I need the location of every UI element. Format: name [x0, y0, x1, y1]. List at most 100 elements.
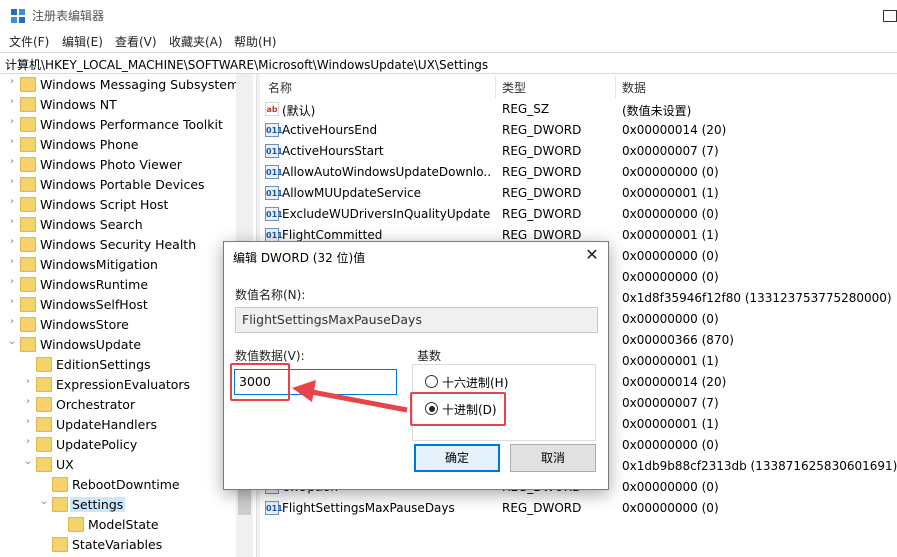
- tree-item-label[interactable]: Windows Portable Devices: [40, 177, 205, 192]
- close-icon[interactable]: ✕: [582, 245, 602, 265]
- tree-item-label[interactable]: Orchestrator: [56, 397, 135, 412]
- expand-icon[interactable]: ›: [6, 176, 18, 187]
- base-label: 基数: [417, 349, 442, 363]
- tree-item-label[interactable]: WindowsRuntime: [40, 277, 148, 292]
- hex-radio[interactable]: [425, 375, 438, 388]
- tree-item-label[interactable]: RebootDowntime: [72, 477, 180, 492]
- menu-file[interactable]: 文件(F): [9, 33, 49, 50]
- expand-icon[interactable]: ›: [6, 136, 18, 147]
- tree-item-label[interactable]: StateVariables: [72, 537, 162, 552]
- value-name: AllowMUUpdateService: [282, 186, 421, 200]
- folder-icon: [20, 117, 36, 132]
- value-name: FlightCommitted: [282, 228, 383, 242]
- tree-item-label[interactable]: UpdateHandlers: [56, 417, 157, 432]
- menu-edit[interactable]: 编辑(E): [62, 33, 103, 50]
- value-row[interactable]: 011 AllowMUUpdateService REG_DWORD 0x000000…: [261, 183, 897, 204]
- tree-item-label[interactable]: Windows Messaging Subsystem: [40, 77, 239, 92]
- expand-icon[interactable]: ›: [22, 416, 34, 427]
- value-data: 0x00000000 (0): [622, 270, 719, 284]
- expand-icon[interactable]: ›: [6, 156, 18, 167]
- tree-item-label[interactable]: Windows Phone: [40, 137, 139, 152]
- column-data[interactable]: 数据: [622, 79, 646, 96]
- ok-button[interactable]: 确定: [414, 444, 500, 472]
- value-name: AllowAutoWindowsUpdateDownlo...: [282, 165, 492, 179]
- column-type[interactable]: 类型: [502, 79, 526, 96]
- tree-item-label[interactable]: ExpressionEvaluators: [56, 377, 190, 392]
- expand-icon[interactable]: ›: [6, 316, 18, 327]
- value-data: 0x1db9b88cf2313db (133871625830601691): [622, 459, 897, 473]
- tree-item-label[interactable]: UX: [56, 457, 74, 472]
- folder-icon: [20, 217, 36, 232]
- tree-item-label[interactable]: Windows Security Health: [40, 237, 196, 252]
- expand-icon[interactable]: ›: [6, 96, 18, 107]
- expand-icon[interactable]: ›: [22, 376, 34, 387]
- tree-item-label[interactable]: Windows Search: [40, 217, 143, 232]
- regedit-icon: [11, 9, 25, 23]
- string-value-icon: ab: [265, 102, 279, 116]
- tree-item-label[interactable]: UpdatePolicy: [56, 437, 137, 452]
- collapse-icon[interactable]: ⌄: [22, 456, 34, 467]
- value-type: REG_DWORD: [502, 207, 582, 221]
- expand-icon[interactable]: ›: [6, 116, 18, 127]
- folder-icon: [20, 277, 36, 292]
- value-data: 0x00000001 (1): [622, 417, 719, 431]
- tree-item-label[interactable]: WindowsUpdate: [40, 337, 141, 352]
- value-data: 0x00000000 (0): [622, 480, 719, 494]
- collapse-icon[interactable]: ⌄: [6, 336, 18, 347]
- folder-icon: [68, 517, 84, 532]
- tree-item-label[interactable]: Settings: [70, 497, 126, 512]
- folder-icon: [52, 537, 68, 552]
- expand-icon[interactable]: ›: [6, 216, 18, 227]
- column-name[interactable]: 名称: [268, 79, 292, 96]
- maximize-button[interactable]: [883, 10, 897, 22]
- value-data: 0x00000001 (1): [622, 186, 719, 200]
- address-path[interactable]: 计算机\HKEY_LOCAL_MACHINE\SOFTWARE\Microsof…: [5, 56, 488, 73]
- expand-icon[interactable]: ›: [22, 436, 34, 447]
- expand-icon[interactable]: ›: [6, 76, 18, 87]
- value-row[interactable]: 011 AllowAutoWindowsUpdateDownlo... REG_DW…: [261, 162, 897, 183]
- tree-item-label[interactable]: ModelState: [88, 517, 159, 532]
- highlight-box-decimal-option: [410, 392, 506, 426]
- column-separator[interactable]: [615, 76, 616, 98]
- tree-item-label[interactable]: Windows NT: [40, 97, 117, 112]
- tree-item-label[interactable]: Windows Photo Viewer: [40, 157, 182, 172]
- value-data: 0x00000001 (1): [622, 354, 719, 368]
- folder-icon: [52, 497, 68, 512]
- value-data: (数值未设置): [622, 104, 692, 118]
- tree-item-label[interactable]: Windows Script Host: [40, 197, 168, 212]
- tree-item-label[interactable]: EditionSettings: [56, 357, 151, 372]
- folder-icon: [52, 477, 68, 492]
- values-header: 名称 类型 数据: [261, 76, 897, 98]
- value-type: REG_DWORD: [502, 165, 582, 179]
- menu-help[interactable]: 帮助(H): [234, 33, 276, 50]
- value-row[interactable]: ab (默认) REG_SZ (数值未设置): [261, 99, 897, 120]
- menu-view[interactable]: 查看(V): [115, 33, 157, 50]
- tree-item-label[interactable]: Windows Performance Toolkit: [40, 117, 223, 132]
- tree-item-label[interactable]: WindowsSelfHost: [40, 297, 148, 312]
- title-bar: 注册表编辑器: [0, 0, 897, 30]
- value-name: FlightSettingsMaxPauseDays: [282, 501, 455, 515]
- expand-icon[interactable]: ›: [6, 276, 18, 287]
- tree-item-label[interactable]: WindowsMitigation: [40, 257, 158, 272]
- expand-icon[interactable]: ›: [6, 296, 18, 307]
- address-bar[interactable]: 计算机\HKEY_LOCAL_MACHINE\SOFTWARE\Microsof…: [0, 52, 897, 74]
- expand-icon[interactable]: ›: [6, 236, 18, 247]
- expand-icon[interactable]: ›: [22, 396, 34, 407]
- folder-icon: [20, 137, 36, 152]
- binary-value-icon: 011: [265, 228, 283, 242]
- value-row[interactable]: 011 ExcludeWUDriversInQualityUpdate REG_DW…: [261, 204, 897, 225]
- column-separator[interactable]: [495, 76, 496, 98]
- cancel-button[interactable]: 取消: [510, 444, 596, 472]
- folder-icon: [36, 397, 52, 412]
- expand-icon[interactable]: ›: [6, 256, 18, 267]
- tree-item-label[interactable]: WindowsStore: [40, 317, 129, 332]
- value-type: REG_SZ: [502, 102, 550, 116]
- hex-radio-label[interactable]: 十六进制(H): [442, 374, 508, 391]
- value-type: REG_DWORD: [502, 144, 582, 158]
- value-row[interactable]: 011 FlightSettingsMaxPauseDays REG_DWORD 0x…: [261, 498, 897, 519]
- expand-icon[interactable]: ›: [6, 196, 18, 207]
- menu-favorites[interactable]: 收藏夹(A): [169, 33, 223, 50]
- value-row[interactable]: 011 ActiveHoursEnd REG_DWORD 0x00000014 (20…: [261, 120, 897, 141]
- value-row[interactable]: 011 ActiveHoursStart REG_DWORD 0x00000007 (…: [261, 141, 897, 162]
- collapse-icon[interactable]: ⌄: [38, 496, 50, 507]
